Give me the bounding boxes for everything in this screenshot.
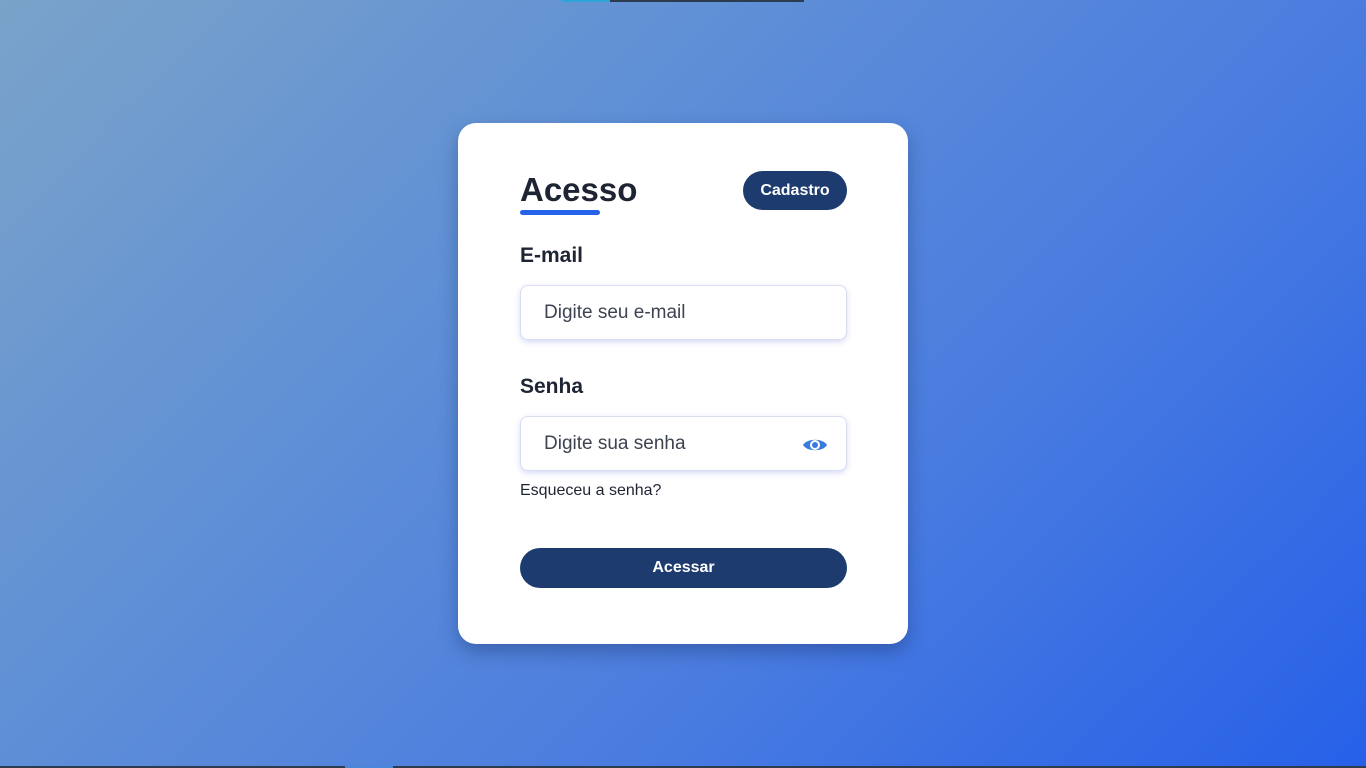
password-label: Senha [520, 375, 584, 398]
eye-icon[interactable] [802, 436, 828, 454]
login-card: Acesso Cadastro E-mail Senha Esqueceu a … [458, 123, 908, 644]
forgot-password-link[interactable]: Esqueceu a senha? [520, 481, 661, 501]
email-field-wrapper [520, 285, 847, 340]
signup-button[interactable]: Cadastro [743, 171, 847, 210]
top-edge-highlight [562, 0, 610, 2]
password-field-wrapper [520, 416, 847, 471]
email-label: E-mail [520, 244, 584, 267]
title-underline [520, 210, 600, 215]
page-title: Acesso [520, 171, 638, 208]
password-input[interactable] [521, 417, 846, 470]
login-submit-button[interactable]: Acessar [520, 548, 847, 588]
top-edge-strip [562, 0, 804, 2]
eye-icon-graphic [803, 439, 827, 451]
email-input[interactable] [521, 286, 846, 339]
